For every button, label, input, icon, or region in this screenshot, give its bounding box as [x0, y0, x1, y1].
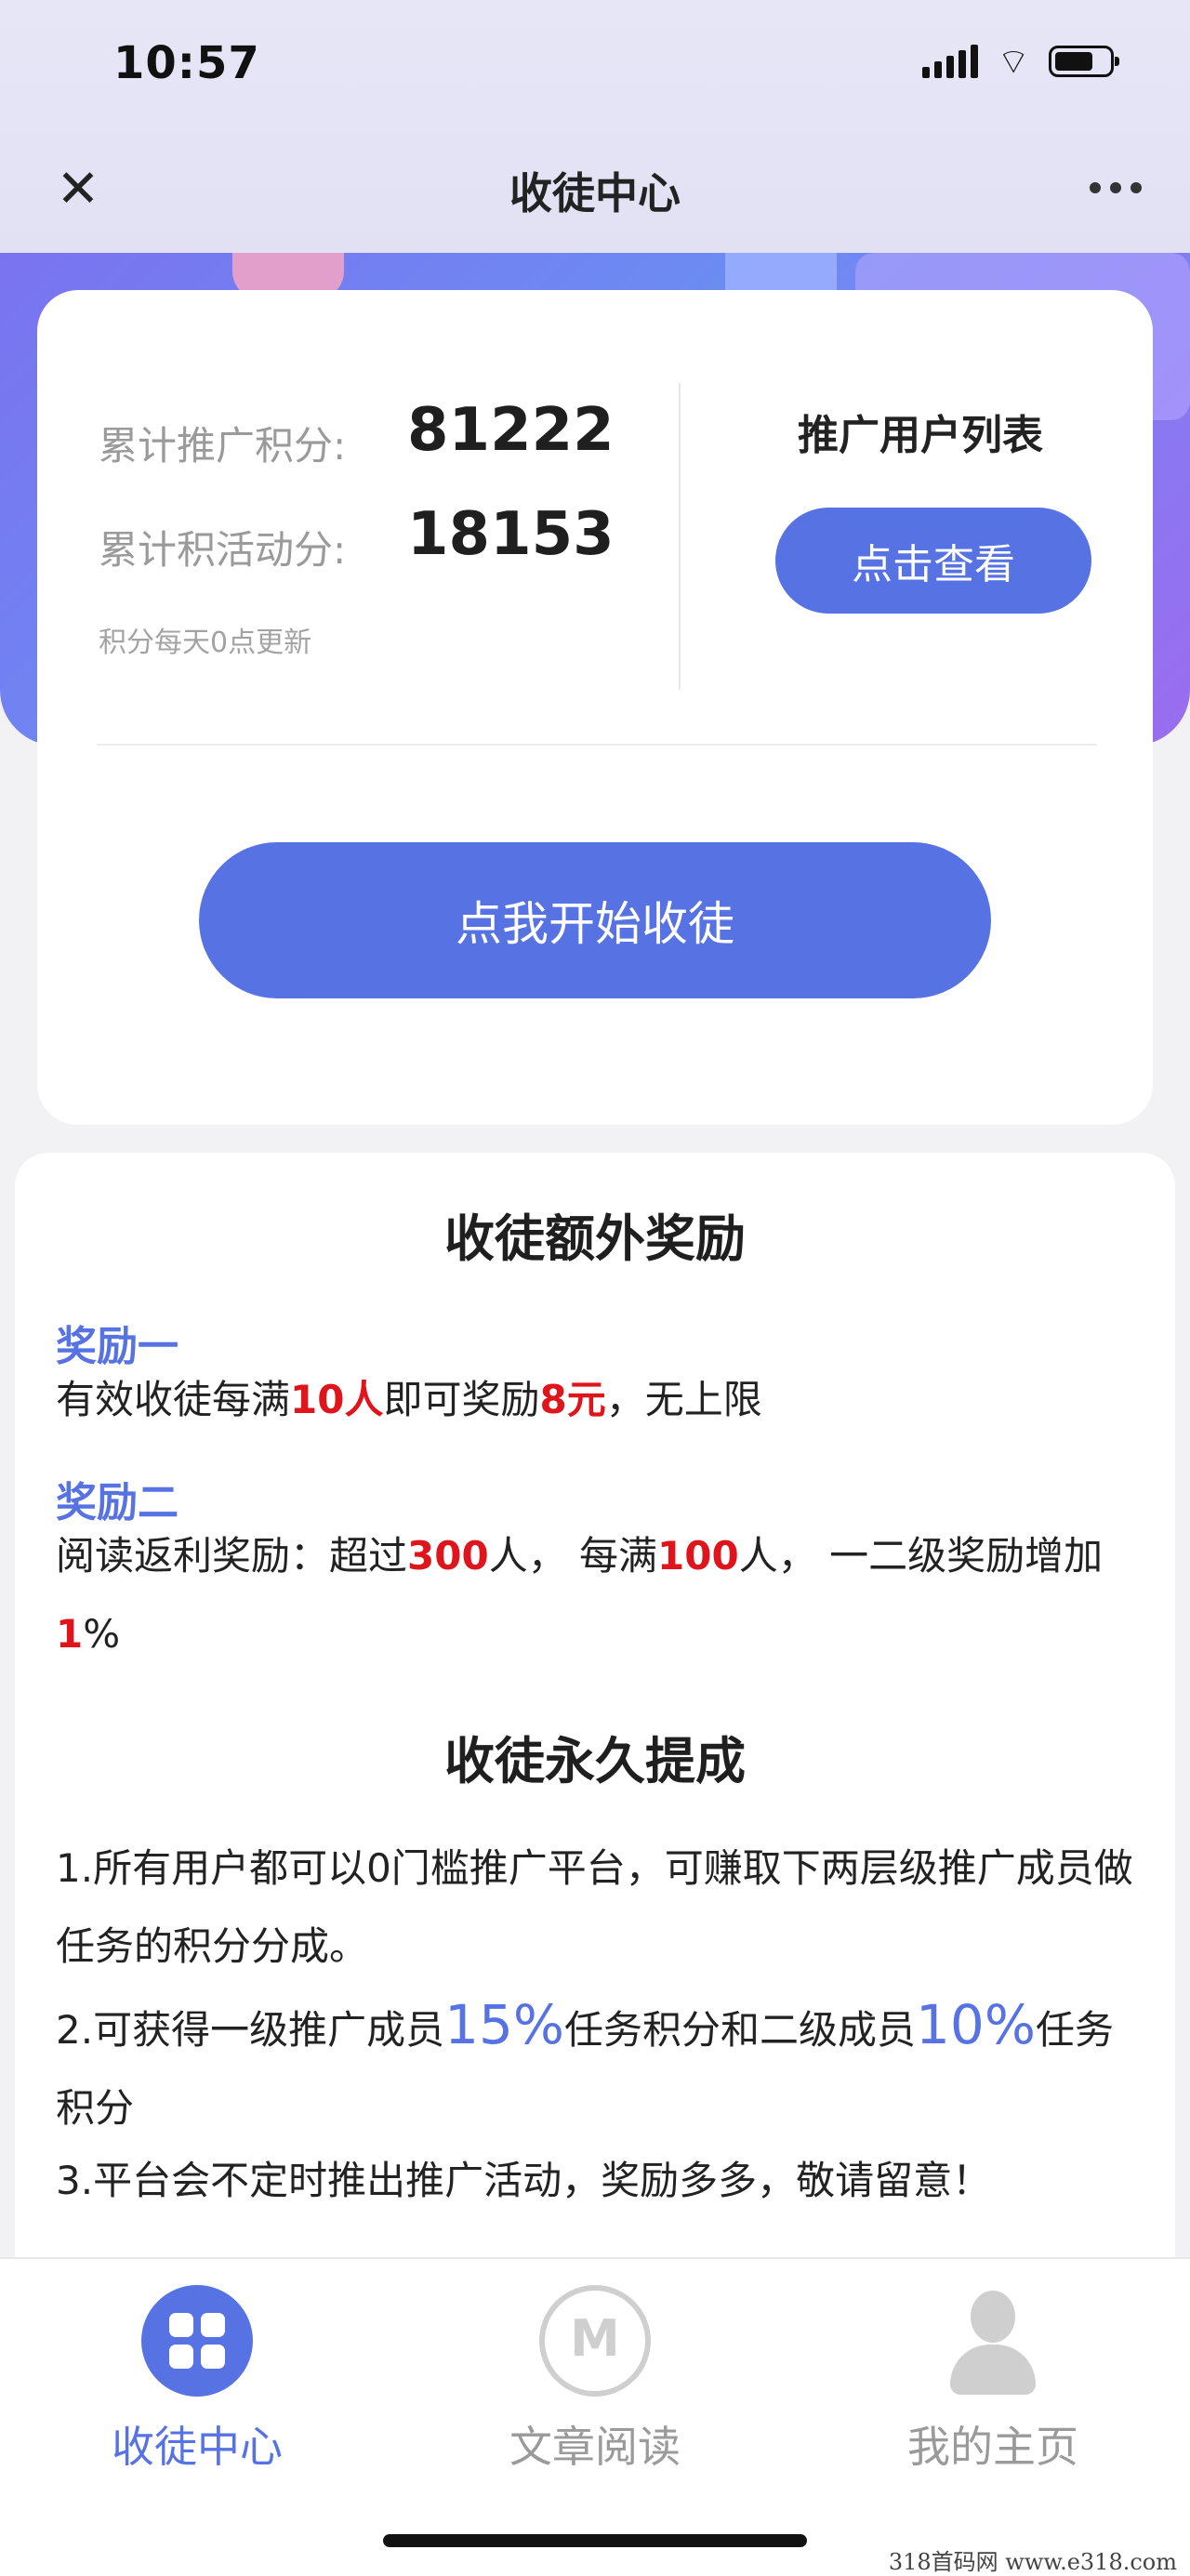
status-time: 10:57 [113, 37, 260, 89]
grid-icon [141, 2285, 253, 2397]
commission-line-2: 2.可获得一级推广成员15%任务积分和二级成员10%任务积分 [56, 1993, 1114, 2131]
tab-label: 收徒中心 [112, 2422, 283, 2472]
banner-decoration [725, 253, 837, 290]
tab-label: 文章阅读 [509, 2422, 681, 2472]
wifi-icon: ⌔ [997, 41, 1030, 82]
battery-icon [1049, 46, 1119, 77]
vertical-divider [679, 383, 681, 690]
commission-title: 收徒永久提成 [444, 1732, 746, 1790]
tab-recruit-center[interactable]: 收徒中心 [67, 2285, 327, 2475]
horizontal-divider [97, 744, 1097, 746]
rewards-card: 收徒额外奖励 奖励一 有效收徒每满10人即可奖励8元，无上限 奖励二 阅读返利奖… [15, 1153, 1175, 2305]
tab-label: 我的主页 [907, 2422, 1078, 2472]
reward-two-text: 阅读返利奖励：超过300人， 每满100人， 一二级奖励增加1% [56, 1533, 1104, 1657]
status-icons: ⌔ [922, 41, 1119, 82]
reward-one-text: 有效收徒每满10人即可奖励8元，无上限 [56, 1377, 762, 1422]
rewards-title: 收徒额外奖励 [444, 1209, 746, 1268]
watermark: 318首码网 www.e318.com [888, 2549, 1177, 2575]
activity-points-value: 18153 [407, 500, 615, 569]
signal-icon [922, 45, 979, 78]
home-indicator [383, 2534, 807, 2547]
user-icon [937, 2285, 1049, 2397]
bottom-tab-bar: 收徒中心 M 文章阅读 我的主页 [0, 2257, 1190, 2576]
tab-article-reading[interactable]: M 文章阅读 [465, 2285, 725, 2475]
view-user-list-button[interactable]: 点击查看 [775, 508, 1091, 614]
start-recruit-button[interactable]: 点我开始收徒 [199, 842, 991, 998]
page-title: 收徒中心 [509, 168, 681, 218]
more-icon[interactable] [1090, 182, 1142, 193]
stats-card: 累计推广积分: 81222 累计积活动分: 18153 积分每天0点更新 推广用… [37, 290, 1153, 1125]
commission-line-3: 3.平台会不定时推出推广活动，奖励多多，敬请留意！ [56, 2158, 992, 2203]
update-note: 积分每天0点更新 [99, 627, 312, 659]
promo-points-label: 累计推广积分: [99, 423, 347, 469]
promo-points-value: 81222 [407, 396, 615, 465]
user-list-title: 推广用户列表 [798, 412, 1043, 459]
tab-my-homepage[interactable]: 我的主页 [863, 2285, 1123, 2475]
commission-line-1: 1.所有用户都可以0门槛推广平台，可赚取下两层级推广成员做任务的积分分成。 [56, 1845, 1133, 1969]
mountain-logo-icon: M [539, 2285, 651, 2397]
activity-points-label: 累计积活动分: [99, 527, 347, 573]
